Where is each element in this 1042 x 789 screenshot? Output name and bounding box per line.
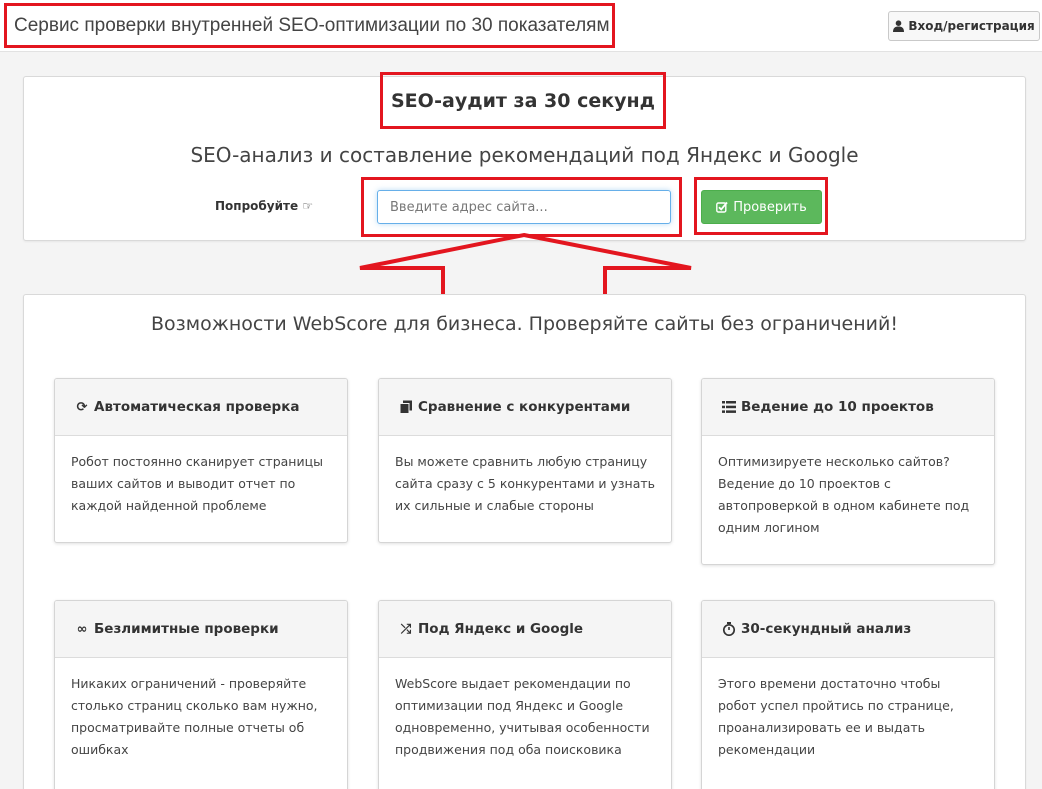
feature-card-unlimited: ∞ Безлимитные проверки Никаких ограничен… <box>54 600 348 789</box>
check-button[interactable]: Проверить <box>701 190 822 224</box>
login-button[interactable]: Вход/регистрация <box>888 11 1040 41</box>
features-heading: Возможности WebScore для бизнеса. Провер… <box>151 313 898 335</box>
card-text: Никаких ограничений - проверяйте столько… <box>71 676 318 757</box>
card-text: Этого времени достаточно чтобы робот усп… <box>718 676 954 757</box>
feature-card-projects: Ведение до 10 проектов Оптимизируете нес… <box>701 378 995 565</box>
card-header: Сравнение с конкурентами <box>379 379 671 436</box>
site-title: Сервис проверки внутренней SEO-оптимизац… <box>4 3 615 48</box>
card-header: 30-секундный анализ <box>702 601 994 658</box>
feature-card-competitors: Сравнение с конкурентами Вы можете сравн… <box>378 378 672 543</box>
card-title: Ведение до 10 проектов <box>741 399 934 415</box>
pointing-hand-icon: ☞ <box>302 199 314 213</box>
card-title: Автоматическая проверка <box>94 399 300 415</box>
card-title: Безлимитные проверки <box>94 621 279 637</box>
card-text: Робот постоянно сканирует страницы ваших… <box>71 454 323 513</box>
login-label: Вход/регистрация <box>908 19 1035 33</box>
infinity-icon: ∞ <box>76 621 88 637</box>
card-text: Вы можете сравнить любую страницу сайта … <box>395 454 656 513</box>
hero-subtitle: SEO-анализ и составление рекомендаций по… <box>190 143 859 167</box>
user-icon <box>893 20 905 32</box>
card-header: ⤮ Под Яндекс и Google <box>379 601 671 658</box>
card-title: Сравнение с конкурентами <box>418 399 631 415</box>
card-header: Ведение до 10 проектов <box>702 379 994 436</box>
card-title: Под Яндекс и Google <box>418 621 584 637</box>
card-title: 30-секундный анализ <box>741 621 912 637</box>
card-text: Оптимизируете несколько сайтов? Ведение … <box>718 454 970 535</box>
stopwatch-icon <box>722 622 736 636</box>
card-text: WebScore выдает рекомендации по оптимиза… <box>395 676 650 757</box>
feature-card-yandex-google: ⤮ Под Яндекс и Google WebScore выдает ре… <box>378 600 672 789</box>
copy-icon <box>399 400 413 414</box>
try-label-text: Попробуйте <box>215 199 299 213</box>
try-label: Попробуйте ☞ <box>215 199 313 213</box>
url-input[interactable] <box>377 190 671 224</box>
feature-card-auto-check: ⟳ Автоматическая проверка Робот постоянн… <box>54 378 348 543</box>
hero-title: SEO-аудит за 30 секунд <box>380 72 666 129</box>
list-icon <box>722 400 736 414</box>
feature-card-30-second: 30-секундный анализ Этого времени достат… <box>701 600 995 789</box>
shuffle-icon: ⤮ <box>400 621 412 637</box>
card-header: ∞ Безлимитные проверки <box>55 601 347 658</box>
check-square-icon <box>716 201 728 213</box>
check-button-label: Проверить <box>733 199 807 215</box>
hero-title-text: SEO-аудит за 30 секунд <box>391 89 655 112</box>
refresh-icon: ⟳ <box>76 399 88 415</box>
card-header: ⟳ Автоматическая проверка <box>55 379 347 436</box>
